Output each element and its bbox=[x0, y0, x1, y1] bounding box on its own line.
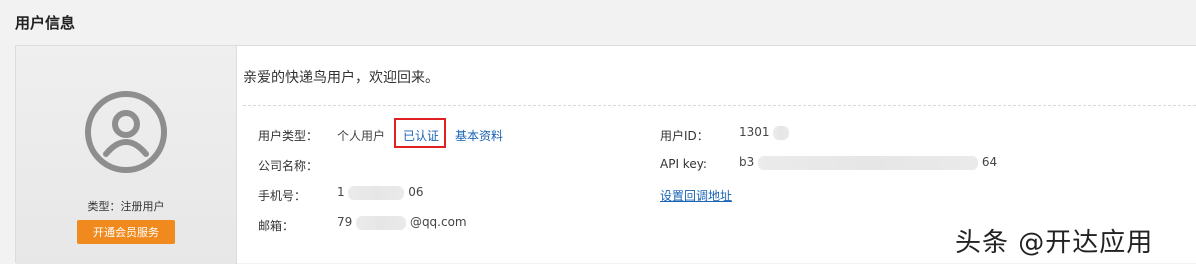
api-key-value: b3 64 bbox=[739, 155, 997, 170]
email-prefix: 79 bbox=[337, 215, 353, 229]
basic-info-link[interactable]: 基本资料 bbox=[455, 127, 503, 144]
user-id-label: 用户ID： bbox=[660, 129, 709, 143]
api-key-prefix: b3 bbox=[739, 155, 755, 169]
redacted-blur bbox=[773, 125, 790, 140]
user-id-text: 1301 bbox=[739, 125, 770, 139]
section-title: 用户信息 bbox=[15, 14, 76, 32]
welcome-message: 亲爱的快递鸟用户，欢迎回来。 bbox=[243, 70, 439, 86]
verified-highlight-box bbox=[394, 118, 446, 148]
phone-label: 手机号： bbox=[258, 189, 307, 203]
phone-prefix: 1 bbox=[337, 185, 345, 199]
redacted-blur bbox=[356, 215, 407, 230]
open-membership-button[interactable]: 开通会员服务 bbox=[77, 220, 175, 244]
email-value: 79 @qq.com bbox=[337, 215, 467, 230]
user-id-value: 1301 bbox=[739, 125, 790, 140]
phone-suffix: 06 bbox=[408, 185, 424, 199]
watermark: 头条 @开达应用 bbox=[955, 228, 1154, 258]
user-type-label: 用户类型： bbox=[258, 129, 319, 143]
api-key-label: API key: bbox=[660, 157, 707, 171]
email-suffix: @qq.com bbox=[409, 215, 467, 229]
phone-value: 1 06 bbox=[337, 185, 424, 200]
redacted-blur bbox=[758, 155, 979, 170]
profile-sidebar: 类型：注册用户 开通会员服务 bbox=[16, 46, 237, 264]
redacted-blur bbox=[348, 185, 405, 200]
api-key-suffix: 64 bbox=[981, 155, 998, 169]
account-type-label: 类型：注册用户 bbox=[87, 200, 165, 213]
user-type-value: 个人用户 bbox=[337, 129, 386, 143]
divider bbox=[243, 105, 1196, 106]
user-avatar-icon bbox=[84, 90, 168, 174]
company-name-label: 公司名称： bbox=[258, 159, 319, 173]
set-callback-url-link[interactable]: 设置回调地址 bbox=[660, 187, 732, 204]
email-label: 邮箱： bbox=[258, 219, 295, 233]
